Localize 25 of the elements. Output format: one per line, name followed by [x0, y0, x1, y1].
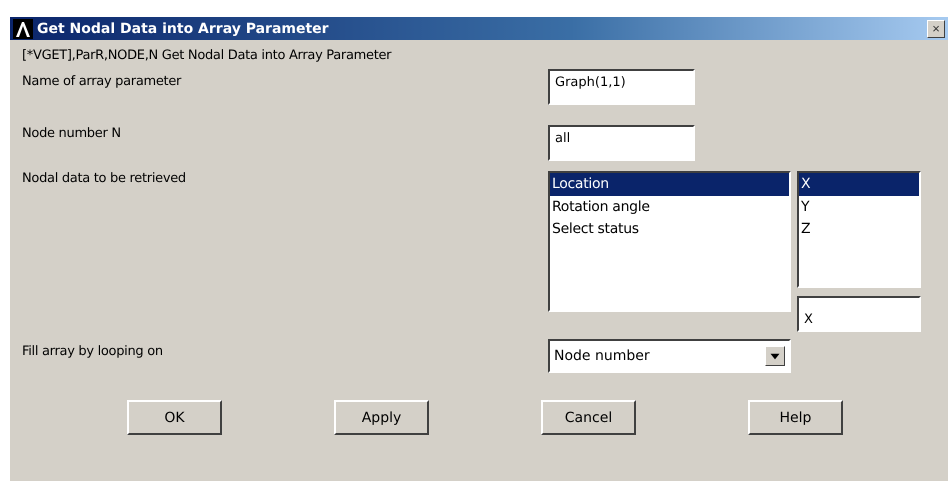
- field-label: Nodal data to be retrieved: [22, 171, 187, 186]
- list-item[interactable]: Select status: [550, 218, 789, 240]
- nodal-data-list[interactable]: Location Rotation angle Select status: [548, 171, 791, 312]
- fill-by-dropdown[interactable]: Node number: [548, 339, 791, 373]
- list-item[interactable]: Location: [550, 173, 789, 196]
- caret-icon: [765, 346, 785, 366]
- list-item[interactable]: X: [799, 173, 919, 196]
- dialog-button[interactable]: Help: [748, 400, 843, 435]
- field-label: Node number N: [22, 125, 122, 141]
- dialog-button[interactable]: Cancel: [541, 400, 636, 435]
- window-title: Get Nodal Data into Array Parameter: [37, 20, 330, 36]
- dialog-button[interactable]: Apply: [334, 400, 429, 435]
- array-name-field[interactable]: Graph(1,1): [548, 69, 695, 105]
- list-item[interactable]: Z: [799, 218, 919, 240]
- list-item[interactable]: Y: [799, 196, 919, 218]
- list-item[interactable]: Rotation angle: [550, 196, 789, 218]
- field-label: Fill array by looping on: [22, 343, 164, 359]
- node-number-field[interactable]: all: [548, 125, 695, 161]
- command-text: [*VGET],ParR,NODE,N Get Nodal Data into Array Parameter: [22, 47, 392, 65]
- dialog-button[interactable]: OK: [127, 400, 222, 435]
- component-field[interactable]: X: [797, 296, 921, 332]
- field-label: Name of array parameter: [22, 73, 182, 89]
- logo-icon: [13, 18, 33, 38]
- component-list[interactable]: X Y Z: [797, 171, 921, 288]
- close-button[interactable]: ×: [927, 20, 945, 38]
